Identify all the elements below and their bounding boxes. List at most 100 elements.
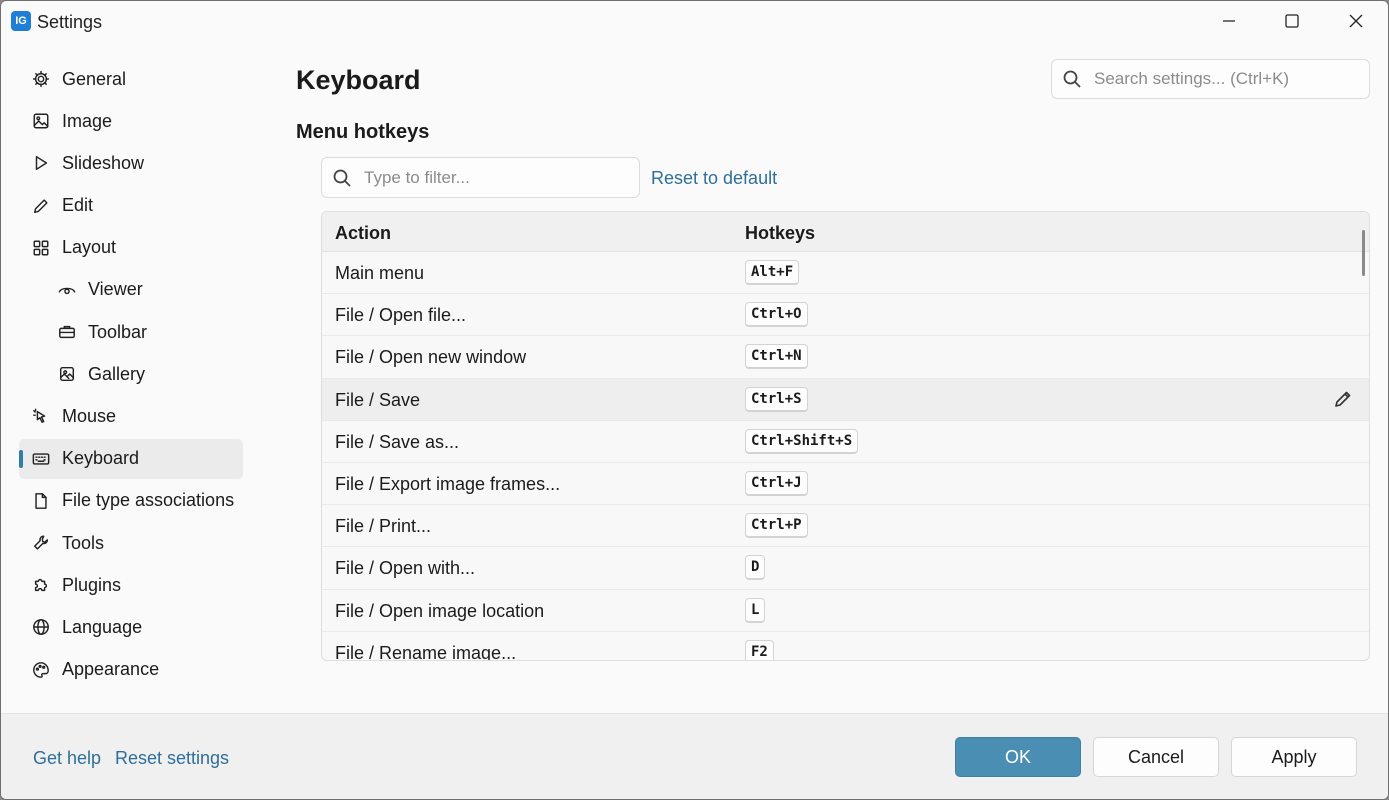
toolbox-icon — [57, 322, 77, 342]
sidebar-item-label: Edit — [62, 195, 94, 216]
globe-icon — [31, 617, 51, 637]
filter-input[interactable] — [364, 167, 639, 188]
file-icon — [31, 491, 51, 511]
hotkey-badge: Ctrl+P — [745, 513, 808, 539]
footer-bar: Get help Reset settings OK Cancel Apply — [1, 713, 1388, 799]
sidebar-item-gallery[interactable]: Gallery — [19, 354, 243, 394]
action-cell: File / Save — [335, 389, 421, 410]
sidebar-item-label: General — [62, 68, 127, 89]
get-help-link[interactable]: Get help — [33, 748, 101, 769]
sidebar-item-edit[interactable]: Edit — [19, 186, 243, 226]
sidebar-item-viewer[interactable]: Viewer — [19, 270, 243, 310]
sidebar-item-label: Image — [62, 110, 113, 131]
sidebar-item-label: File type associations — [62, 490, 235, 511]
play-icon — [31, 153, 51, 173]
action-cell: File / Save as... — [335, 431, 460, 452]
hotkey-badge: Alt+F — [745, 260, 800, 285]
gallery-icon — [57, 364, 77, 384]
eye-icon — [57, 280, 77, 300]
table-row[interactable]: File / Export image frames... Ctrl+J — [322, 463, 1369, 506]
table-row[interactable]: File / Open with... D — [322, 547, 1369, 590]
table-row[interactable]: File / Print... Ctrl+P — [322, 505, 1369, 548]
wrench-icon — [31, 533, 51, 553]
page-title: Keyboard — [296, 65, 421, 95]
apply-button[interactable]: Apply — [1231, 737, 1357, 777]
sidebar-item-keyboard[interactable]: Keyboard — [19, 438, 243, 479]
action-cell: File / Open file... — [335, 305, 467, 326]
puzzle-icon — [31, 575, 51, 595]
window-title: Settings — [37, 12, 103, 32]
sidebar-item-label: Language — [62, 616, 143, 637]
scrollbar-thumb[interactable] — [1362, 230, 1365, 276]
sidebar-item-label: Plugins — [62, 574, 122, 595]
pencil-icon — [31, 196, 51, 216]
hotkey-badge: L — [745, 597, 766, 623]
action-cell: File / Open image location — [335, 600, 545, 621]
sidebar-item-label: Mouse — [62, 406, 117, 426]
sidebar-item-slideshow[interactable]: Slideshow — [19, 143, 243, 183]
table-row[interactable]: File / Save Ctrl+S — [322, 378, 1369, 421]
action-cell: Main menu — [335, 263, 425, 283]
column-header-action[interactable]: Action — [335, 223, 391, 244]
sidebar-item-plugins[interactable]: Plugins — [19, 565, 243, 605]
settings-search-box[interactable] — [1051, 59, 1370, 99]
settings-search-input[interactable] — [1094, 69, 1369, 89]
title-bar: IG Settings — [1, 1, 1388, 41]
hotkey-badge: D — [745, 555, 766, 581]
reset-settings-link[interactable]: Reset settings — [115, 748, 229, 769]
sidebar-nav: General Image Slideshow Edit Layout Viewer Too… — [19, 59, 243, 692]
sidebar-item-layout[interactable]: Layout — [19, 228, 243, 268]
table-row[interactable]: File / Save as... Ctrl+Shift+S — [322, 421, 1369, 463]
app-icon: IG — [11, 11, 31, 31]
action-cell: File / Rename image... — [335, 642, 517, 661]
action-cell: File / Export image frames... — [335, 473, 561, 494]
reset-to-default-link[interactable]: Reset to default — [651, 168, 777, 189]
sidebar-item-general[interactable]: General — [19, 59, 243, 99]
sidebar-item-tools[interactable]: Tools — [19, 523, 243, 563]
edit-hotkey-icon[interactable] — [1333, 389, 1353, 409]
section-title: Menu hotkeys — [296, 121, 430, 143]
filter-search-icon — [332, 167, 352, 189]
hotkey-badge: F2 — [745, 639, 774, 660]
sidebar-item-label: Tools — [62, 532, 105, 553]
hotkey-badge: Ctrl+N — [745, 344, 808, 370]
close-icon — [1349, 14, 1363, 28]
sidebar-item-file-type-associations[interactable]: File type associations — [19, 481, 243, 521]
sidebar-item-language[interactable]: Language — [19, 607, 243, 647]
gear-icon — [31, 69, 51, 89]
image-icon — [31, 111, 51, 131]
sidebar-item-label: Viewer — [88, 279, 143, 300]
hotkey-badge: Ctrl+O — [745, 302, 808, 328]
minimize-icon — [1223, 20, 1235, 22]
table-row[interactable]: File / Open image location L — [322, 590, 1369, 632]
table-header: Action Hotkeys — [322, 212, 1369, 252]
action-cell: File / Print... — [335, 516, 432, 537]
close-button[interactable] — [1324, 1, 1388, 41]
table-row[interactable]: File / Open file... Ctrl+O — [322, 294, 1369, 337]
sidebar-item-mouse[interactable]: Mouse — [19, 397, 243, 437]
minimize-button[interactable] — [1197, 1, 1261, 41]
table-row[interactable]: File / Rename image... F2 — [322, 632, 1369, 661]
search-icon — [1062, 68, 1082, 90]
layout-grid-icon — [31, 238, 51, 258]
cancel-button[interactable]: Cancel — [1093, 737, 1219, 777]
table-row[interactable]: Main menu Alt+F — [322, 252, 1369, 295]
sidebar-item-label: Layout — [62, 237, 117, 258]
hotkeys-table: Action Hotkeys Main menu Alt+F File / Open… — [321, 211, 1370, 661]
sidebar-item-toolbar[interactable]: Toolbar — [19, 312, 243, 352]
sidebar-item-image[interactable]: Image — [19, 101, 243, 141]
maximize-icon — [1285, 14, 1299, 28]
table-row[interactable]: File / Open new window Ctrl+N — [322, 336, 1369, 379]
action-cell: File / Open new window — [335, 347, 527, 368]
sidebar-item-label: Appearance — [62, 659, 160, 680]
mouse-pointer-icon — [31, 407, 51, 427]
ok-button[interactable]: OK — [955, 737, 1081, 777]
maximize-button[interactable] — [1260, 1, 1324, 41]
filter-box[interactable] — [321, 157, 640, 198]
sidebar-item-label: Toolbar — [88, 321, 148, 342]
hotkey-badge: Ctrl+S — [745, 386, 808, 412]
settings-window: IG Settings General Image Slideshow Edit Lay… — [0, 0, 1389, 800]
sidebar-item-label: Gallery — [88, 363, 146, 384]
sidebar-item-appearance[interactable]: Appearance — [19, 650, 243, 690]
column-header-hotkeys[interactable]: Hotkeys — [745, 223, 815, 244]
